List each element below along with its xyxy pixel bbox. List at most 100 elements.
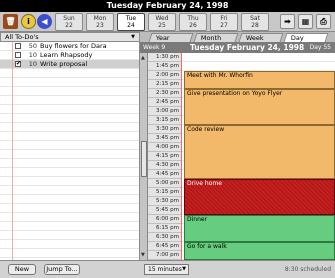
todo-text: Buy flowers for Dara: [40, 42, 107, 50]
day-name: Mon: [93, 15, 107, 22]
day-number: 26: [189, 22, 197, 29]
view-icon[interactable]: ▦: [298, 14, 313, 29]
day-name: Wed: [155, 15, 169, 22]
appointment[interactable]: Drive home: [184, 179, 335, 215]
day-scrollbar[interactable]: ▲ ▼: [140, 53, 148, 260]
todo-item[interactable]: 10 Learn Rhapsody: [0, 51, 139, 59]
ruled-line: [0, 104, 139, 105]
day-view[interactable]: 1:30 pm 1:45 pm 2:00 pm 2:15 pm 2:30 pm 2:45 …: [148, 53, 335, 260]
todo-checkbox[interactable]: [15, 43, 21, 49]
todo-text: Learn Rhapsody: [40, 51, 93, 59]
day-name: Sat: [250, 15, 260, 22]
ruled-line: [0, 149, 139, 150]
time-label: 6:30 pm: [148, 233, 181, 242]
tab-month[interactable]: Month: [193, 33, 239, 42]
todo-checkbox[interactable]: [15, 52, 21, 58]
back-arrow-icon[interactable]: ◀: [37, 14, 52, 29]
time-label: 4:00 pm: [148, 143, 181, 152]
day-number: Day 55: [309, 44, 331, 51]
tab-label: Year: [155, 34, 170, 42]
day-name: Tue: [125, 15, 137, 22]
time-label: 2:15 pm: [148, 80, 181, 89]
date-header: Week 9 Tuesday February 24, 1998 Day 55: [140, 42, 335, 53]
todo-footer: New Jump To...: [0, 260, 140, 278]
todo-filter-label: All To-Do's: [5, 33, 39, 41]
time-label: 2:30 pm: [148, 89, 181, 98]
tab-label: Month: [200, 34, 222, 42]
day-name: Thu: [187, 15, 199, 22]
day-button-fri[interactable]: Fri 27: [210, 13, 238, 31]
ruled-line: [0, 140, 139, 141]
ruled-line: [0, 68, 139, 69]
ruled-line: [0, 167, 139, 168]
time-label: 3:00 pm: [148, 107, 181, 116]
time-label: 4:30 pm: [148, 161, 181, 170]
time-label: 5:30 pm: [148, 197, 181, 206]
scroll-thumb[interactable]: [141, 141, 147, 177]
time-label: 3:15 pm: [148, 116, 181, 125]
new-todo-button[interactable]: New: [8, 264, 36, 275]
date-label: Tuesday February 24, 1998: [190, 43, 305, 52]
print-icon[interactable]: ⎙: [316, 14, 331, 29]
time-label: 5:00 pm: [148, 179, 181, 188]
scroll-down-icon[interactable]: ▼: [141, 252, 146, 258]
time-slot[interactable]: 1:45 pm: [148, 62, 335, 71]
increment-select[interactable]: 15 minutes ▼: [144, 264, 189, 275]
todo-priority: 50: [28, 42, 37, 50]
tab-week[interactable]: Week: [238, 33, 284, 42]
ruled-line: [0, 257, 139, 258]
todo-checkbox[interactable]: ✔: [15, 61, 21, 67]
appointment[interactable]: Give presentation on Yoyo Flyer: [184, 89, 335, 125]
info-icon[interactable]: i: [21, 14, 36, 29]
ruled-line: [0, 194, 139, 195]
jump-to-button[interactable]: Jump To...: [44, 264, 80, 275]
chevron-down-icon: ▼: [182, 266, 186, 272]
day-button-tue[interactable]: Tue 24: [117, 13, 145, 31]
trash-icon[interactable]: 🗑: [3, 14, 18, 29]
status-text: 8:30 scheduled: [284, 266, 331, 273]
tab-year[interactable]: Year: [148, 33, 194, 42]
day-button-sat[interactable]: Sat 28: [241, 13, 269, 31]
margin-line: [12, 42, 13, 260]
todo-item[interactable]: ✔ 10 Write proposal: [0, 60, 139, 68]
day-number: 22: [65, 22, 73, 29]
appointment[interactable]: Code review: [184, 125, 335, 179]
tab-day[interactable]: Day: [283, 33, 329, 42]
time-label: 2:45 pm: [148, 98, 181, 107]
time-label: 3:45 pm: [148, 134, 181, 143]
ruled-line: [0, 212, 139, 213]
time-label: 7:00 pm: [148, 251, 181, 260]
day-number: 23: [96, 22, 104, 29]
ruled-line: [0, 248, 139, 249]
ruled-line: [0, 239, 139, 240]
ruled-line: [0, 122, 139, 123]
time-label: 4:15 pm: [148, 152, 181, 161]
ruled-line: [0, 86, 139, 87]
ruled-line: [0, 230, 139, 231]
time-label: 1:30 pm: [148, 53, 181, 62]
ruled-line: [0, 77, 139, 78]
ruled-line: [0, 95, 139, 96]
scroll-up-icon[interactable]: ▲: [141, 55, 146, 61]
day-button-thu[interactable]: Thu 26: [179, 13, 207, 31]
day-button-sun[interactable]: Sun 22: [55, 13, 83, 31]
forward-arrow-icon[interactable]: ➡: [280, 14, 295, 29]
todo-text: Write proposal: [40, 60, 88, 68]
chevron-down-icon: ▼: [131, 34, 135, 40]
view-tabs: Year Month Week Day: [140, 32, 335, 42]
day-number: 28: [251, 22, 259, 29]
time-slot[interactable]: 1:30 pm: [148, 53, 335, 62]
appointment[interactable]: Dinner: [184, 215, 335, 242]
todo-item[interactable]: 50 Buy flowers for Dara: [0, 42, 139, 50]
appointment[interactable]: Meet with Mr. Whorfin: [184, 71, 335, 89]
todo-priority: 10: [28, 60, 37, 68]
window-title: Tuesday February 24, 1998: [0, 0, 335, 12]
increment-label: 15 minutes: [148, 266, 182, 273]
day-button-wed[interactable]: Wed 25: [148, 13, 176, 31]
todo-filter-select[interactable]: All To-Do's ▼: [0, 32, 140, 42]
time-label: 4:45 pm: [148, 170, 181, 179]
appointment[interactable]: Go for a walk: [184, 242, 335, 260]
day-button-mon[interactable]: Mon 23: [86, 13, 114, 31]
time-label: 6:45 pm: [148, 242, 181, 251]
ruled-line: [0, 131, 139, 132]
